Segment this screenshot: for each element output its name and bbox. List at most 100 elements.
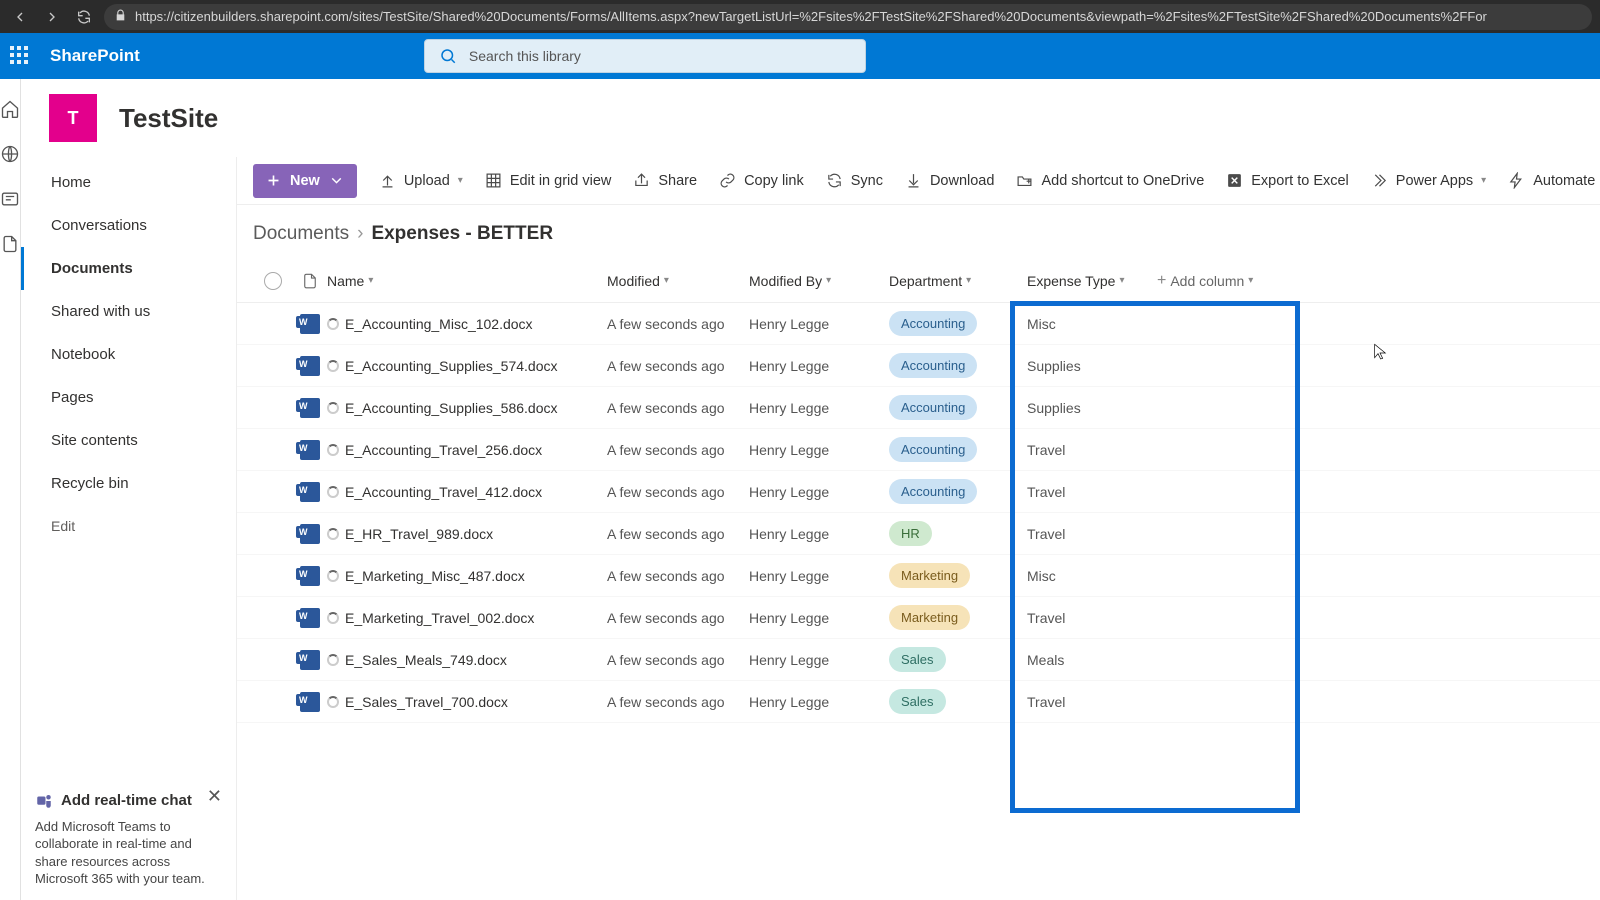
download-button[interactable]: Download bbox=[905, 172, 995, 189]
column-modified[interactable]: Modified▾ bbox=[607, 273, 749, 289]
nav-edit[interactable]: Edit bbox=[21, 505, 236, 547]
column-expense-type[interactable]: Expense Type▾ bbox=[1027, 273, 1127, 289]
department-pill[interactable]: Accounting bbox=[889, 395, 977, 420]
file-name[interactable]: E_Accounting_Supplies_586.docx bbox=[345, 400, 558, 416]
search-input[interactable]: Search this library bbox=[424, 39, 866, 73]
new-button[interactable]: New bbox=[253, 164, 357, 198]
file-name[interactable]: E_Accounting_Travel_256.docx bbox=[345, 442, 542, 458]
department-pill[interactable]: Accounting bbox=[889, 479, 977, 504]
address-bar[interactable]: https://citizenbuilders.sharepoint.com/s… bbox=[104, 4, 1592, 30]
modified-by-cell[interactable]: Henry Legge bbox=[749, 694, 877, 710]
expense-type-cell: Meals bbox=[1027, 652, 1127, 668]
news-icon[interactable] bbox=[0, 189, 20, 212]
breadcrumb: Documents › Expenses - BETTER bbox=[237, 205, 1600, 259]
word-file-icon bbox=[300, 566, 320, 586]
department-pill[interactable]: HR bbox=[889, 521, 932, 546]
table-row[interactable]: E_Accounting_Supplies_574.docxA few seco… bbox=[237, 345, 1600, 387]
add-shortcut-button[interactable]: Add shortcut to OneDrive bbox=[1016, 172, 1204, 189]
export-excel-button[interactable]: Export to Excel bbox=[1226, 172, 1349, 189]
department-pill[interactable]: Accounting bbox=[889, 311, 977, 336]
modified-by-cell[interactable]: Henry Legge bbox=[749, 316, 877, 332]
department-pill[interactable]: Accounting bbox=[889, 437, 977, 462]
table-row[interactable]: E_Sales_Meals_749.docx A few seconds agoH… bbox=[237, 639, 1600, 681]
word-file-icon bbox=[300, 356, 320, 376]
word-file-icon bbox=[300, 692, 320, 712]
file-name[interactable]: E_Sales_Travel_700.docx bbox=[345, 694, 508, 710]
loading-icon bbox=[327, 612, 339, 624]
search-placeholder: Search this library bbox=[469, 48, 581, 64]
file-type-column-icon[interactable] bbox=[293, 272, 327, 290]
file-name[interactable]: E_Accounting_Travel_412.docx bbox=[345, 484, 542, 500]
power-apps-button[interactable]: Power Apps▾ bbox=[1371, 172, 1486, 189]
table-row[interactable]: E_Accounting_Travel_256.docx A few second… bbox=[237, 429, 1600, 471]
site-title[interactable]: TestSite bbox=[119, 103, 218, 134]
nav-item-site-contents[interactable]: Site contents bbox=[21, 419, 236, 462]
table-row[interactable]: E_HR_Travel_989.docxA few seconds agoHen… bbox=[237, 513, 1600, 555]
back-button[interactable] bbox=[8, 5, 32, 29]
edit-grid-button[interactable]: Edit in grid view bbox=[485, 172, 612, 189]
table-row[interactable]: E_Marketing_Misc_487.docxA few seconds a… bbox=[237, 555, 1600, 597]
column-modified-by[interactable]: Modified By▾ bbox=[749, 273, 877, 289]
modified-by-cell[interactable]: Henry Legge bbox=[749, 652, 877, 668]
loading-icon bbox=[327, 360, 339, 372]
modified-cell: A few seconds ago bbox=[607, 652, 749, 668]
automate-button[interactable]: Automate bbox=[1508, 172, 1595, 189]
nav-item-documents[interactable]: Documents bbox=[21, 247, 236, 290]
modified-by-cell[interactable]: Henry Legge bbox=[749, 484, 877, 500]
department-pill[interactable]: Accounting bbox=[889, 353, 977, 378]
home-icon[interactable] bbox=[0, 99, 20, 122]
files-icon[interactable] bbox=[0, 234, 20, 257]
table-row[interactable]: E_Sales_Travel_700.docxA few seconds ago… bbox=[237, 681, 1600, 723]
column-name[interactable]: Name▾ bbox=[327, 273, 607, 289]
modified-by-cell[interactable]: Henry Legge bbox=[749, 568, 877, 584]
table-row[interactable]: E_Accounting_Travel_412.docxA few second… bbox=[237, 471, 1600, 513]
department-pill[interactable]: Marketing bbox=[889, 605, 970, 630]
table-row[interactable]: E_Accounting_Misc_102.docxA few seconds … bbox=[237, 303, 1600, 345]
file-name[interactable]: E_HR_Travel_989.docx bbox=[345, 526, 493, 542]
nav-item-pages[interactable]: Pages bbox=[21, 376, 236, 419]
modified-by-cell[interactable]: Henry Legge bbox=[749, 400, 877, 416]
file-name[interactable]: E_Accounting_Misc_102.docx bbox=[345, 316, 533, 332]
reload-button[interactable] bbox=[72, 5, 96, 29]
expense-type-cell: Misc bbox=[1027, 316, 1127, 332]
promo-title: Add real-time chat bbox=[61, 792, 192, 809]
loading-icon bbox=[327, 696, 339, 708]
column-department[interactable]: Department▾ bbox=[877, 273, 1027, 289]
modified-by-cell[interactable]: Henry Legge bbox=[749, 526, 877, 542]
lock-icon bbox=[114, 9, 127, 25]
file-name[interactable]: E_Sales_Meals_749.docx bbox=[345, 652, 507, 668]
upload-button[interactable]: Upload▾ bbox=[379, 172, 463, 189]
browser-chrome: https://citizenbuilders.sharepoint.com/s… bbox=[0, 0, 1600, 33]
table-row[interactable]: E_Accounting_Supplies_586.docxA few seco… bbox=[237, 387, 1600, 429]
file-name[interactable]: E_Marketing_Travel_002.docx bbox=[345, 610, 534, 626]
modified-cell: A few seconds ago bbox=[607, 442, 749, 458]
file-name[interactable]: E_Accounting_Supplies_574.docx bbox=[345, 358, 558, 374]
breadcrumb-root[interactable]: Documents bbox=[253, 223, 349, 245]
forward-button[interactable] bbox=[40, 5, 64, 29]
search-icon bbox=[439, 47, 457, 65]
nav-item-home[interactable]: Home bbox=[21, 161, 236, 204]
department-pill[interactable]: Sales bbox=[889, 689, 946, 714]
share-button[interactable]: Share bbox=[633, 172, 697, 189]
file-name[interactable]: E_Marketing_Misc_487.docx bbox=[345, 568, 525, 584]
department-pill[interactable]: Sales bbox=[889, 647, 946, 672]
globe-icon[interactable] bbox=[0, 144, 20, 167]
sync-button[interactable]: Sync bbox=[826, 172, 883, 189]
table-row[interactable]: E_Marketing_Travel_002.docxA few seconds… bbox=[237, 597, 1600, 639]
app-name[interactable]: SharePoint bbox=[50, 46, 140, 66]
modified-by-cell[interactable]: Henry Legge bbox=[749, 358, 877, 374]
add-column-button[interactable]: +Add column▾ bbox=[1127, 272, 1600, 290]
nav-item-conversations[interactable]: Conversations bbox=[21, 204, 236, 247]
modified-by-cell[interactable]: Henry Legge bbox=[749, 610, 877, 626]
word-file-icon bbox=[300, 314, 320, 334]
department-pill[interactable]: Marketing bbox=[889, 563, 970, 588]
modified-by-cell[interactable]: Henry Legge bbox=[749, 442, 877, 458]
copy-link-button[interactable]: Copy link bbox=[719, 172, 804, 189]
nav-item-notebook[interactable]: Notebook bbox=[21, 333, 236, 376]
close-icon[interactable]: ✕ bbox=[207, 786, 222, 807]
app-launcher-icon[interactable] bbox=[10, 46, 30, 66]
select-all-toggle[interactable] bbox=[264, 272, 282, 290]
site-logo[interactable]: T bbox=[49, 94, 97, 142]
nav-item-shared-with-us[interactable]: Shared with us bbox=[21, 290, 236, 333]
nav-item-recycle-bin[interactable]: Recycle bin bbox=[21, 462, 236, 505]
